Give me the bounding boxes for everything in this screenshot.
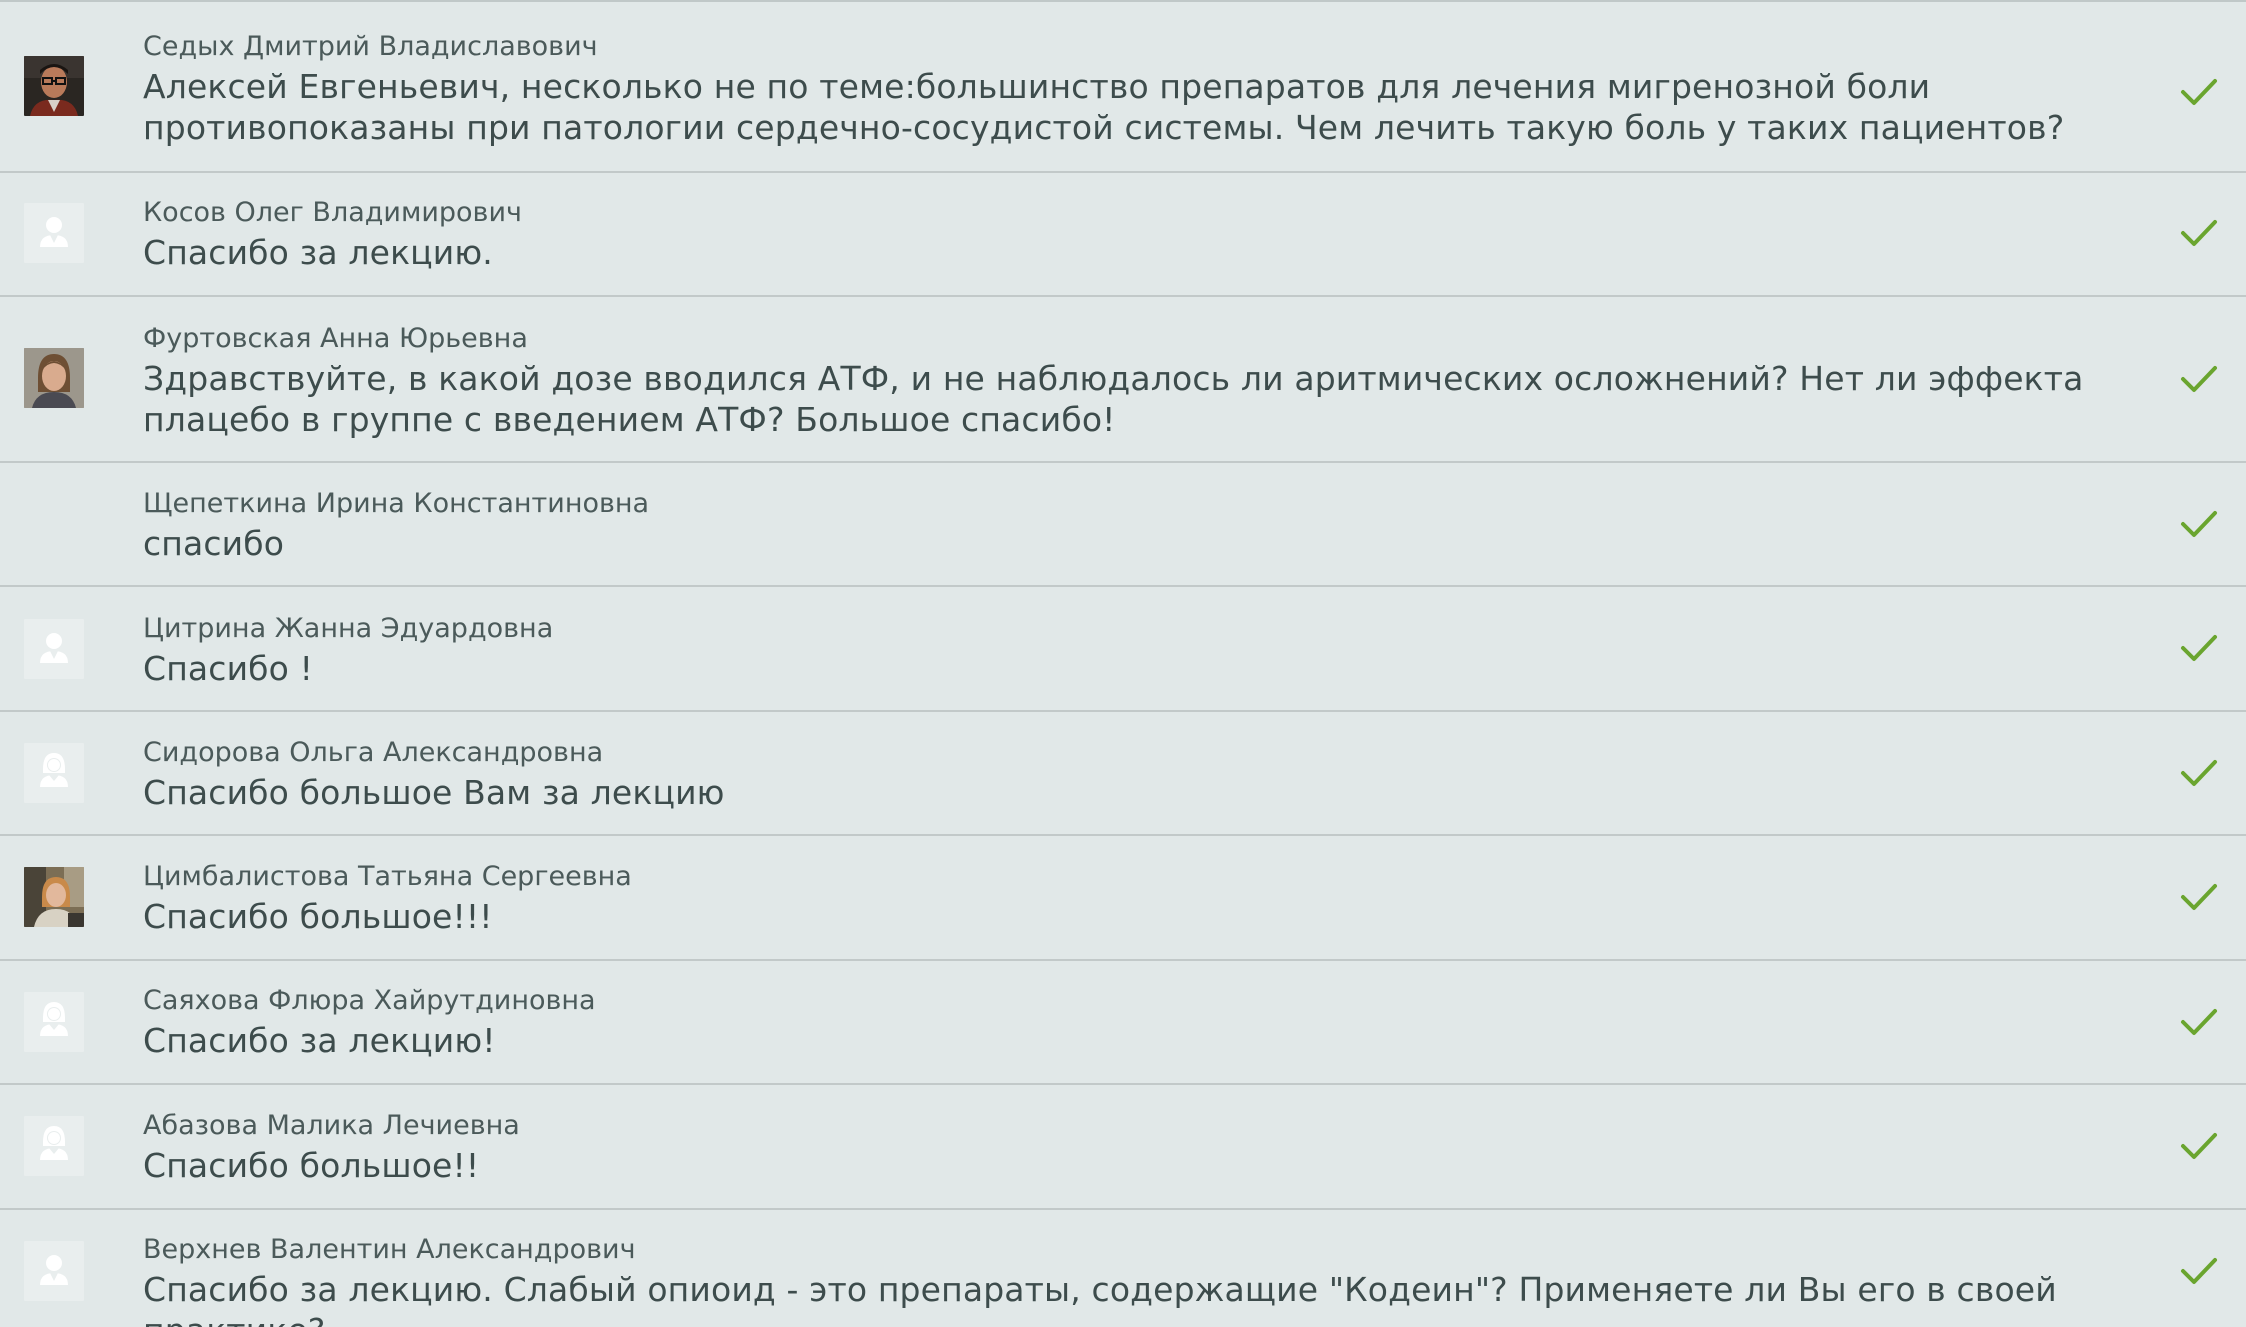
message-text: Спасибо ! [143,649,314,688]
message-text: Спасибо за лекцию. [143,233,493,272]
message-content: Щепеткина Ирина Константиновна спасибо [143,486,2136,564]
author-name[interactable]: Цитрина Жанна Эдуардовна [143,611,2136,647]
list-item: Щепеткина Ирина Константиновна спасибо [0,463,2246,587]
list-item: Цимбалистова Татьяна Сергеевна Спасибо б… [0,836,2246,961]
list-item: Косов Олег Владимирович Спасибо за лекци… [0,173,2246,297]
author-name[interactable]: Седых Дмитрий Владиславович [143,29,2136,65]
check-icon [2181,1258,2217,1284]
check-icon [2181,760,2217,786]
author-name[interactable]: Цимбалистова Татьяна Сергеевна [143,859,2136,895]
author-name[interactable]: Косов Олег Владимирович [143,195,2136,231]
avatar[interactable] [24,992,84,1052]
avatar[interactable] [24,619,84,679]
message-content: Косов Олег Владимирович Спасибо за лекци… [143,195,2136,273]
message-content: Абазова Малика Лечиевна Спасибо большое!… [143,1108,2136,1186]
message-content: Саяхова Флюра Хайрутдиновна Спасибо за л… [143,983,2136,1061]
list-item: Седых Дмитрий Владиславович Алексей Евге… [0,2,2246,173]
message-content: Верхнев Валентин Александрович Спасибо з… [143,1232,2136,1327]
message-text: Спасибо большое Вам за лекцию [143,773,725,812]
messages-list: Седых Дмитрий Владиславович Алексей Евге… [0,0,2246,1327]
message-text: спасибо [143,524,285,563]
check-icon [2181,220,2217,246]
check-icon [2181,511,2217,537]
list-item: Верхнев Валентин Александрович Спасибо з… [0,1210,2246,1327]
message-text: Спасибо за лекцию! [143,1021,496,1060]
message-text: Спасибо большое!!! [143,897,493,936]
author-name[interactable]: Щепеткина Ирина Константиновна [143,486,2136,522]
author-name[interactable]: Саяхова Флюра Хайрутдиновна [143,983,2136,1019]
list-item: Цитрина Жанна Эдуардовна Спасибо ! [0,587,2246,712]
avatar[interactable] [24,743,84,803]
avatar[interactable] [24,1241,84,1301]
avatar[interactable] [24,867,84,927]
message-content: Фуртовская Анна Юрьевна Здравствуйте, в … [143,321,2136,440]
author-name[interactable]: Сидорова Ольга Александровна [143,735,2136,771]
check-icon [2181,79,2217,105]
check-icon [2181,1133,2217,1159]
message-content: Сидорова Ольга Александровна Спасибо бол… [143,735,2136,813]
author-name[interactable]: Верхнев Валентин Александрович [143,1232,2136,1268]
avatar[interactable] [24,348,84,408]
avatar[interactable] [24,56,84,116]
message-text: Спасибо большое!! [143,1146,480,1185]
check-icon [2181,366,2217,392]
message-text: Спасибо за лекцию. Слабый опиоид - это п… [143,1270,2057,1327]
list-item: Фуртовская Анна Юрьевна Здравствуйте, в … [0,297,2246,463]
author-name[interactable]: Абазова Малика Лечиевна [143,1108,2136,1144]
message-text: Здравствуйте, в какой дозе вводился АТФ,… [143,359,2084,439]
message-content: Цитрина Жанна Эдуардовна Спасибо ! [143,611,2136,689]
avatar[interactable] [24,1116,84,1176]
author-name[interactable]: Фуртовская Анна Юрьевна [143,321,2136,357]
check-icon [2181,635,2217,661]
list-item: Саяхова Флюра Хайрутдиновна Спасибо за л… [0,961,2246,1085]
message-content: Цимбалистова Татьяна Сергеевна Спасибо б… [143,859,2136,937]
message-text: Алексей Евгеньевич, несколько не по теме… [143,67,2065,147]
message-content: Седых Дмитрий Владиславович Алексей Евге… [143,29,2136,148]
list-item: Сидорова Ольга Александровна Спасибо бол… [0,712,2246,836]
list-item: Абазова Малика Лечиевна Спасибо большое!… [0,1085,2246,1210]
check-icon [2181,884,2217,910]
check-icon [2181,1009,2217,1035]
avatar[interactable] [24,203,84,263]
